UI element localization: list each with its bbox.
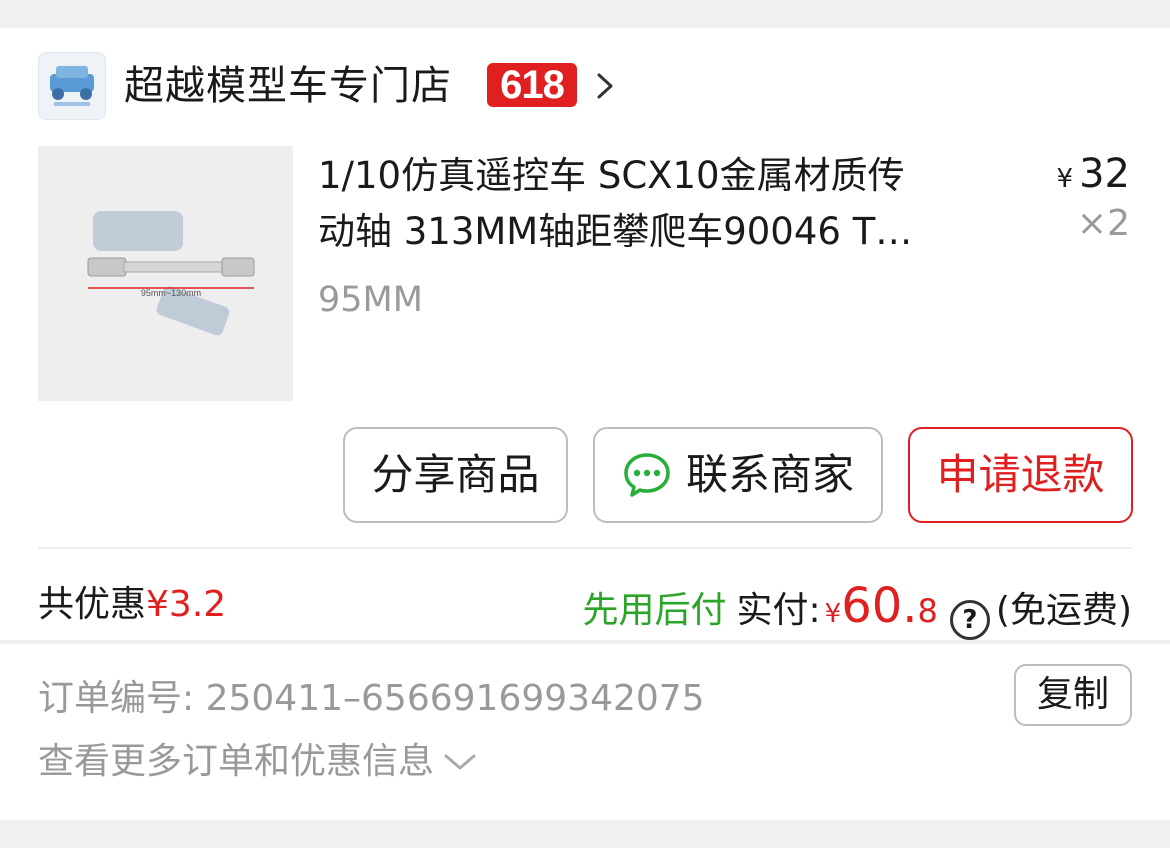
product-spec: 95MM <box>318 280 423 320</box>
paid-label: 实付: <box>736 590 821 631</box>
more-order-info[interactable]: 查看更多订单和优惠信息 <box>38 736 478 788</box>
image-caption: 95mm~130mm <box>141 288 201 298</box>
share-product-label: 分享商品 <box>371 450 540 499</box>
shop-name[interactable]: 超越模型车专门店 <box>124 56 452 116</box>
order-info-card: 订单编号: 250411–656691699342075 复制 查看更多订单和优… <box>0 644 1170 820</box>
copy-button[interactable]: 复制 <box>1014 664 1132 726</box>
shipping-note: (免运费) <box>995 590 1132 631</box>
price-value: 32 <box>1079 151 1130 197</box>
contact-seller-label: 联系商家 <box>685 450 854 499</box>
paid-symbol: ¥ <box>824 599 842 629</box>
product-title-line2: 动轴 313MM轴距攀爬车90046 T… <box>318 210 913 253</box>
chevron-right-icon[interactable] <box>590 68 620 104</box>
drive-shaft-image: 95mm~130mm <box>87 211 255 336</box>
paid-amount-int: 60. <box>841 578 918 634</box>
order-number: 订单编号: 250411–656691699342075 <box>38 674 705 724</box>
promo-badge: 618 <box>487 63 577 107</box>
chat-bubble-icon <box>624 453 670 497</box>
product-title-line1: 1/10仿真遥控车 SCX10金属材质传 <box>318 154 905 197</box>
pay-later-label[interactable]: 先用后付 <box>583 581 727 641</box>
request-refund-label: 申请退款 <box>936 450 1105 499</box>
price-symbol: ¥ <box>1056 164 1074 194</box>
more-order-info-label: 查看更多订单和优惠信息 <box>38 741 435 782</box>
paid-amount-dec: 8 <box>917 592 938 630</box>
product-price: ¥32 <box>1057 148 1130 205</box>
discount-label: 共优惠 <box>38 584 147 625</box>
product-quantity: ×2 <box>1076 203 1130 244</box>
shop-avatar[interactable] <box>38 52 106 120</box>
product-image[interactable]: 95mm~130mm <box>38 146 293 401</box>
chevron-down-icon <box>444 754 476 770</box>
share-product-button[interactable]: 分享商品 <box>343 427 568 523</box>
shop-logo-icon <box>50 66 94 106</box>
total-discount: 共优惠¥3.2 <box>38 580 226 630</box>
question-icon[interactable]: ? <box>949 600 990 640</box>
order-number-value: 250411–656691699342075 <box>205 678 705 719</box>
order-card: 超越模型车专门店 618 95mm~130mm 1/10仿真遥控车 SCX10金… <box>0 28 1170 640</box>
divider <box>38 547 1132 549</box>
discount-amount: ¥3.2 <box>146 584 227 625</box>
product-title[interactable]: 1/10仿真遥控车 SCX10金属材质传 动轴 313MM轴距攀爬车90046 … <box>318 148 1018 260</box>
request-refund-button[interactable]: 申请退款 <box>908 427 1133 523</box>
order-number-label: 订单编号: <box>38 678 195 719</box>
contact-seller-button[interactable]: 联系商家 <box>593 427 883 523</box>
payment-summary: 先用后付 实付: ¥ 60. 8 ? (免运费) <box>583 576 1132 644</box>
